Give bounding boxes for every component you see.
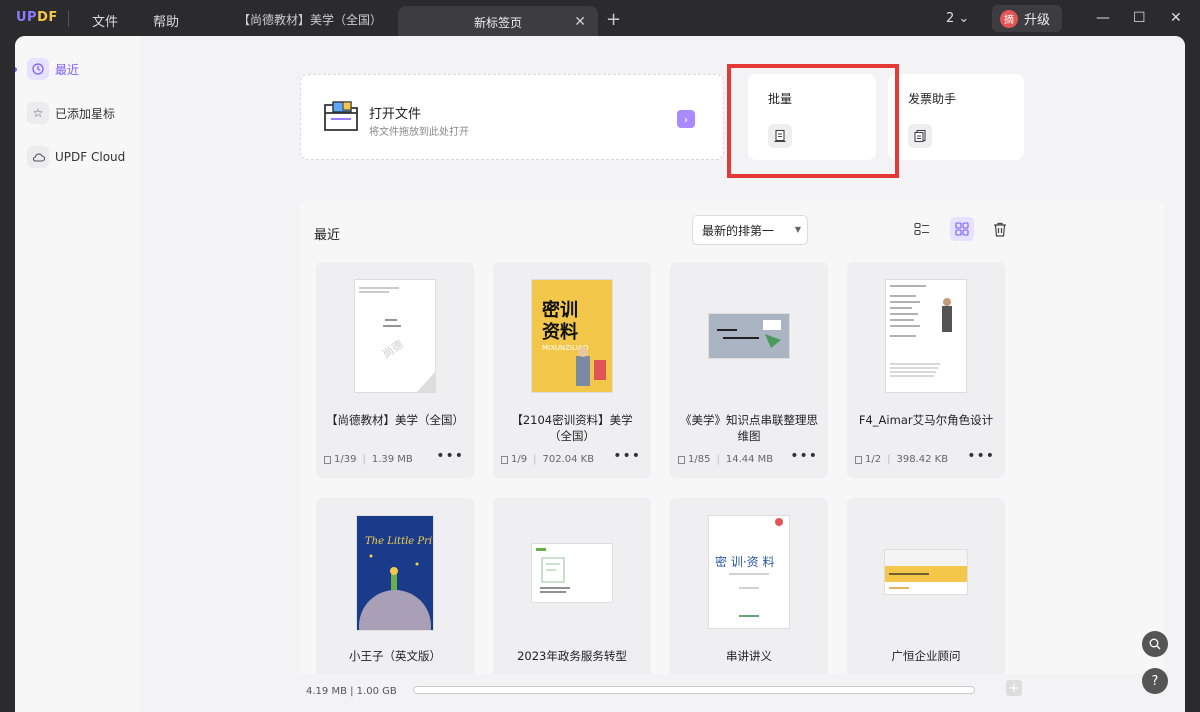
trash-icon: [994, 222, 1006, 237]
title-bar: UPDF 文件 帮助 【尚德教材】美学（全国） 新标签页 ✕ + 2 ⌄ 摘 升…: [0, 0, 1200, 38]
sidebar-item-cloud[interactable]: UPDF Cloud: [27, 144, 125, 170]
list-view-button[interactable]: [910, 217, 934, 241]
maximize-icon[interactable]: ☐: [1133, 10, 1146, 26]
page-icon: [855, 455, 862, 464]
file-thumbnail: [885, 550, 967, 594]
invoice-assistant-card[interactable]: 发票助手: [888, 74, 1024, 160]
help-button[interactable]: ?: [1142, 668, 1168, 694]
file-meta: 1/9 | 702.04 KB: [501, 454, 594, 465]
recent-files-panel: 最近 最新的排第一 ▼ 尚德 【尚德教材】美学（全国） 1/39 | 1.39 MB: [300, 200, 1164, 712]
file-thumbnail: 密训 资料 MIXUNZILIAO: [532, 280, 612, 392]
open-file-subtitle: 将文件拖放到此处打开: [369, 127, 469, 138]
search-button[interactable]: [1142, 631, 1168, 657]
sort-value: 最新的排第一: [702, 223, 775, 238]
folder-icon: [323, 99, 359, 133]
cloud-icon: [27, 146, 49, 168]
close-icon[interactable]: ✕: [574, 14, 586, 30]
storage-usage: 4.19 MB | 1.00 GB: [306, 686, 397, 697]
menu-help[interactable]: 帮助: [153, 11, 179, 30]
file-name: 【尚德教材】美学（全国）: [326, 413, 464, 427]
page-icon: [678, 455, 685, 464]
more-options-icon[interactable]: •••: [436, 448, 464, 464]
thumb-title: The Little Prince: [365, 536, 433, 547]
open-file-title: 打开文件: [369, 107, 422, 122]
file-thumbnail: 密 训·资 料: [709, 516, 789, 628]
file-name: F4_Aimar艾马尔角色设计: [858, 413, 994, 427]
file-thumbnail: [886, 280, 966, 392]
search-icon: [1149, 638, 1161, 650]
tab-label: 【尚德教材】美学（全国）: [238, 12, 383, 27]
sort-dropdown[interactable]: 最新的排第一 ▼: [692, 215, 808, 245]
file-name: 串讲讲义: [726, 649, 772, 663]
caret-down-icon: ▼: [794, 225, 801, 234]
updf-logo[interactable]: UPDF: [16, 10, 58, 25]
chevron-right-icon[interactable]: ›: [677, 110, 695, 128]
thumb-title-line2: 资料: [542, 321, 578, 343]
divider: [68, 11, 69, 27]
file-meta: 1/39 | 1.39 MB: [324, 454, 413, 465]
clock-icon: [27, 58, 49, 80]
grid-view-button[interactable]: [950, 217, 974, 241]
sidebar-item-label: UPDF Cloud: [55, 150, 126, 164]
sidebar-item-label: 最近: [55, 62, 80, 77]
sidebar-item-starred[interactable]: ☆ 已添加星标: [27, 100, 115, 126]
plus-icon[interactable]: +: [1006, 680, 1022, 696]
thumb-title: 密 训·资 料: [715, 554, 774, 569]
more-options-icon[interactable]: •••: [967, 448, 995, 464]
chevron-down-icon: ⌄: [958, 11, 970, 26]
more-options-icon[interactable]: •••: [613, 448, 641, 464]
page-count-dropdown[interactable]: 2 ⌄: [946, 11, 969, 26]
page-icon: [324, 455, 331, 464]
main-panel: 打开文件 将文件拖放到此处打开 › 批量 发票助手 最近 最新的排第一 ▼ 尚德…: [140, 36, 1185, 712]
file-name: 广恒企业顾问: [891, 649, 961, 663]
file-card[interactable]: F4_Aimar艾马尔角色设计 1/2 | 398.42 KB •••: [847, 262, 1005, 478]
plus-icon[interactable]: +: [606, 9, 621, 30]
page-icon: [501, 455, 508, 464]
star-icon: ☆: [27, 102, 49, 124]
file-meta: 1/2 | 398.42 KB: [855, 454, 948, 465]
question-icon: ?: [1151, 673, 1159, 689]
file-name: 小王子（英文版）: [349, 649, 441, 663]
file-meta: 1/85 | 14.44 MB: [678, 454, 773, 465]
file-thumbnail: [709, 314, 789, 358]
thumb-title-line1: 密训: [542, 299, 578, 321]
file-thumbnail: [532, 544, 612, 602]
open-file-dropzone[interactable]: 打开文件 将文件拖放到此处打开 ›: [300, 74, 724, 160]
minimize-icon[interactable]: —: [1096, 10, 1110, 26]
tab-new[interactable]: 新标签页 ✕: [398, 6, 598, 38]
svg-text:尚德: 尚德: [380, 337, 406, 361]
file-name: 《美学》知识点串联整理思维图: [680, 413, 818, 443]
file-name: 【2104密训资料】美学（全国）: [511, 413, 633, 443]
app-window: 最近 ☆ 已添加星标 UPDF Cloud 打开文件 将文件拖放到此处打开 › …: [15, 36, 1185, 712]
invoice-icon: [908, 124, 932, 148]
invoice-label: 发票助手: [908, 92, 957, 106]
highlight-box: [727, 64, 899, 178]
storage-progress: [413, 686, 975, 694]
file-card[interactable]: 密训 资料 MIXUNZILIAO 【2104密训资料】美学（全国） 1/9 | 7…: [493, 262, 651, 478]
tab-label: 新标签页: [473, 15, 522, 30]
avatar: 摘: [1000, 9, 1018, 28]
more-options-icon[interactable]: •••: [790, 448, 818, 464]
file-card[interactable]: 尚德 【尚德教材】美学（全国） 1/39 | 1.39 MB •••: [316, 262, 474, 478]
grid-view-icon: [955, 222, 969, 236]
window-close-icon[interactable]: ✕: [1170, 10, 1182, 26]
delete-button[interactable]: [988, 217, 1012, 241]
upgrade-label: 升级: [1024, 13, 1051, 28]
upgrade-button[interactable]: 摘 升级: [992, 5, 1062, 32]
list-view-icon: [914, 222, 929, 236]
active-indicator: [15, 67, 17, 72]
file-card[interactable]: 《美学》知识点串联整理思维图 1/85 | 14.44 MB •••: [670, 262, 828, 478]
file-name: 2023年政务服务转型: [517, 649, 627, 663]
file-thumbnail: 尚德: [355, 280, 435, 392]
sidebar-item-recent[interactable]: 最近: [27, 56, 79, 82]
menu-file[interactable]: 文件: [92, 11, 118, 30]
status-bar: 4.19 MB | 1.00 GB +: [140, 674, 1185, 712]
sidebar-item-label: 已添加星标: [55, 106, 116, 121]
recent-title: 最近: [314, 228, 341, 243]
sidebar: 最近 ☆ 已添加星标 UPDF Cloud: [15, 36, 140, 712]
file-thumbnail: The Little Prince: [357, 516, 433, 630]
tab-document[interactable]: 【尚德教材】美学（全国）: [224, 0, 396, 38]
